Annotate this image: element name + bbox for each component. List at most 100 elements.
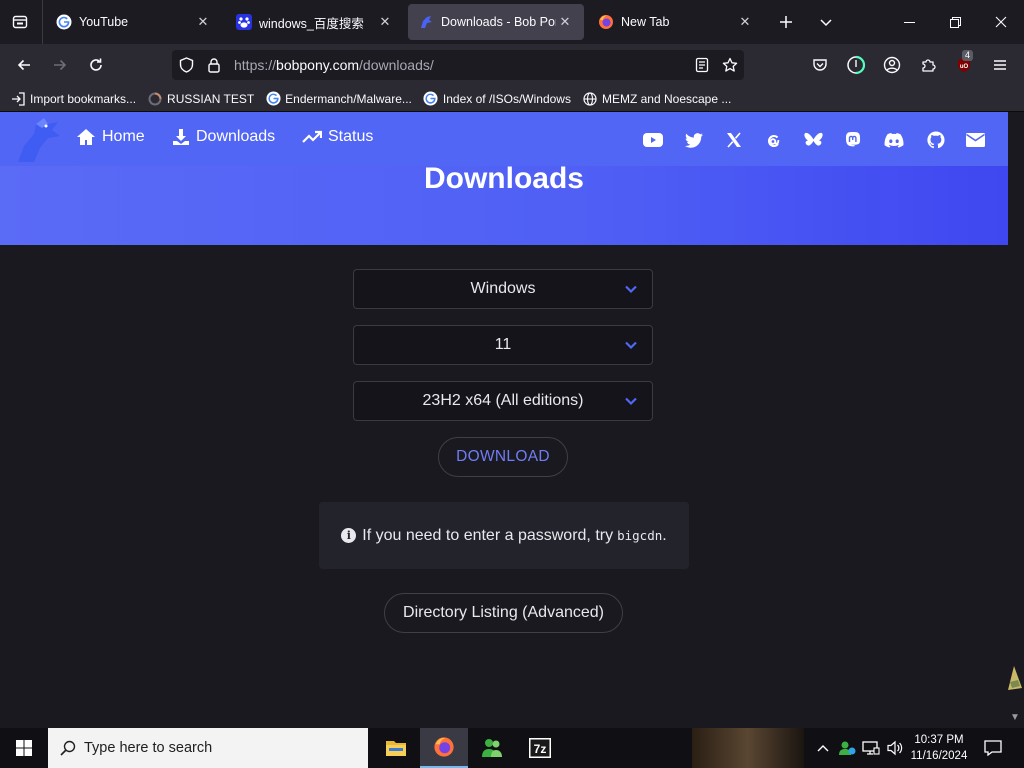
google-g-icon: [56, 14, 72, 30]
firefox-view-button[interactable]: [4, 6, 36, 38]
tray-volume[interactable]: [884, 728, 906, 768]
url-path: /downloads/: [359, 57, 434, 73]
github-icon[interactable]: [926, 130, 946, 150]
url-text[interactable]: https://bobpony.com/downloads/: [234, 57, 688, 73]
threads-icon[interactable]: [763, 130, 783, 150]
extensions-button[interactable]: [912, 49, 944, 81]
trending-up-icon: [302, 129, 328, 145]
close-icon[interactable]: ✕: [194, 13, 212, 31]
url-host: bobpony.com: [276, 57, 360, 73]
plus-icon: [779, 15, 793, 29]
taskbar-7zip[interactable]: 7z: [516, 728, 564, 768]
restore-button[interactable]: [932, 0, 978, 44]
list-all-tabs-button[interactable]: [812, 8, 840, 36]
clock-date: 11/16/2024: [910, 750, 968, 762]
bookmarks-toolbar: Import bookmarks... RUSSIAN TEST Enderma…: [0, 86, 1024, 112]
firefox-icon: [433, 736, 455, 758]
twitter-icon[interactable]: [684, 130, 704, 150]
bobpony-logo[interactable]: [12, 116, 64, 164]
close-icon[interactable]: ✕: [376, 13, 394, 31]
globe-icon: [582, 91, 598, 107]
page-content: Home Downloads Status Downloads Windows …: [0, 112, 1008, 728]
google-g-icon: [265, 91, 281, 107]
tab-baidu[interactable]: windows_百度搜索 ✕: [226, 4, 404, 40]
bookmark-import[interactable]: Import bookmarks...: [10, 91, 136, 107]
bookmark-label: Index of /ISOs/Windows: [442, 91, 571, 106]
tab-youtube[interactable]: YouTube ✕: [46, 4, 222, 40]
tab-title: YouTube: [79, 15, 129, 29]
bookmark-russian-test[interactable]: RUSSIAN TEST: [147, 91, 254, 107]
build-select[interactable]: 23H2 x64 (All editions): [353, 381, 653, 421]
back-button[interactable]: [8, 49, 40, 81]
tab-new-tab[interactable]: New Tab ✕: [588, 4, 764, 40]
os-select[interactable]: Windows: [353, 269, 653, 309]
bookmark-label: MEMZ and Noescape ...: [601, 91, 732, 106]
nav-label: Home: [102, 128, 145, 145]
minimize-button[interactable]: [886, 0, 932, 44]
tab-title: Downloads - Bob Pony: [441, 15, 556, 29]
mail-icon[interactable]: [965, 130, 985, 150]
mastodon-icon[interactable]: [843, 130, 863, 150]
tray-network[interactable]: [860, 728, 882, 768]
messenger-status-icon: [838, 740, 856, 756]
pocket-button[interactable]: [804, 49, 836, 81]
show-hidden-icons-button[interactable]: [814, 728, 832, 768]
reload-button[interactable]: [80, 49, 112, 81]
app-menu-button[interactable]: [984, 49, 1016, 81]
nav-label: Downloads: [196, 128, 276, 145]
close-icon[interactable]: ✕: [556, 13, 574, 31]
nav-status-link[interactable]: Status: [302, 128, 373, 146]
scroll-down-arrow-icon[interactable]: ▼: [1010, 712, 1020, 723]
tab-downloads[interactable]: Downloads - Bob Pony ✕: [408, 4, 584, 40]
import-icon: [10, 91, 26, 107]
taskbar-file-explorer[interactable]: [372, 728, 420, 768]
tray-messenger[interactable]: [836, 728, 858, 768]
bookmark-memz[interactable]: MEMZ and Noescape ...: [582, 91, 731, 107]
new-tab-button[interactable]: [772, 8, 800, 36]
tracking-protection-shield-icon[interactable]: [172, 50, 200, 80]
bookmark-index-isos[interactable]: Index of /ISOs/Windows: [423, 91, 571, 107]
taskbar-firefox[interactable]: [420, 728, 468, 768]
version-select[interactable]: 11: [353, 325, 653, 365]
svg-text:7z: 7z: [534, 742, 547, 756]
taskbar-search-box[interactable]: Type here to search: [48, 728, 368, 768]
bookmark-star-icon[interactable]: [716, 50, 744, 80]
forward-button[interactable]: [44, 49, 76, 81]
action-center-button[interactable]: [978, 728, 1008, 768]
download-button[interactable]: DOWNLOAD: [438, 437, 568, 477]
nav-home-link[interactable]: Home: [76, 128, 145, 146]
lock-icon[interactable]: [200, 50, 228, 80]
bookmark-endermanch[interactable]: Endermanch/Malware...: [265, 91, 412, 107]
tab-title: New Tab: [621, 15, 670, 29]
account-button[interactable]: [876, 49, 908, 81]
restore-icon: [949, 16, 961, 28]
reader-view-icon[interactable]: [688, 50, 716, 80]
chevron-up-icon: [817, 744, 829, 752]
account-icon: [883, 56, 901, 74]
firefox-view-icon: [12, 14, 28, 30]
desktop-gadget-icon: [1008, 666, 1022, 690]
puzzle-piece-icon: [920, 57, 936, 73]
notification-icon: [984, 740, 1002, 756]
start-button[interactable]: [0, 728, 48, 768]
password-notice: i If you need to enter a password, try b…: [319, 502, 689, 569]
taskbar-messenger[interactable]: [468, 728, 516, 768]
version-select-value: 11: [494, 336, 512, 353]
directory-listing-button[interactable]: Directory Listing (Advanced): [384, 593, 623, 633]
url-bar[interactable]: https://bobpony.com/downloads/: [172, 50, 744, 80]
bluesky-icon[interactable]: [803, 130, 823, 150]
close-icon[interactable]: ✕: [736, 13, 754, 31]
discord-icon[interactable]: [884, 130, 904, 150]
x-icon[interactable]: [724, 130, 744, 150]
extension-badge: 4: [962, 50, 974, 61]
nav-downloads-link[interactable]: Downloads: [172, 128, 275, 146]
youtube-icon[interactable]: [643, 130, 663, 150]
taskbar-clock[interactable]: 10:37 PM 11/16/2024: [906, 732, 972, 764]
downloads-toolbar-button[interactable]: [840, 49, 872, 81]
chevron-down-icon: [624, 338, 638, 352]
page-scrollbar[interactable]: [1008, 112, 1024, 728]
close-window-button[interactable]: [978, 0, 1024, 44]
baidu-icon: [236, 14, 252, 30]
speaker-icon: [886, 740, 904, 756]
search-placeholder: Type here to search: [84, 740, 213, 756]
